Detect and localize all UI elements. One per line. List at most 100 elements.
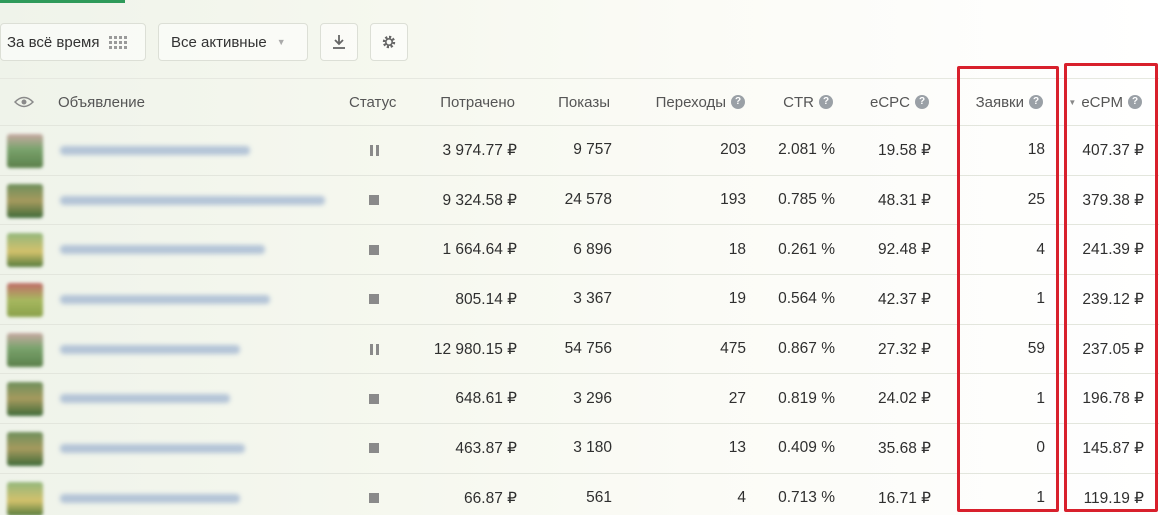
impressions-cell: 3 296 xyxy=(573,389,612,407)
leads-cell: 1 xyxy=(1036,489,1045,507)
spent-cell: 463.87 ₽ xyxy=(455,439,517,457)
ad-name-link[interactable] xyxy=(60,394,230,404)
help-icon[interactable]: ? xyxy=(915,95,929,109)
table-row[interactable]: 12 980.15 ₽ 54 756 475 0.867 % 27.32 ₽ 59 237.… xyxy=(0,325,1159,375)
ecpc-cell: 16.71 ₽ xyxy=(878,489,931,507)
header-spent[interactable]: Потрачено xyxy=(420,79,515,125)
table-row[interactable]: 66.87 ₽ 561 4 0.713 % 16.71 ₽ 1 119.19 ₽ xyxy=(0,474,1159,515)
help-icon[interactable]: ? xyxy=(1128,95,1142,109)
ad-name-link[interactable] xyxy=(60,493,240,503)
header-ctr[interactable]: CTR ? xyxy=(760,79,833,125)
status-cell[interactable] xyxy=(362,374,386,423)
status-cell[interactable] xyxy=(362,126,386,175)
header-ad[interactable]: Объявление xyxy=(58,79,145,125)
ctr-cell: 0.409 % xyxy=(778,439,835,457)
header-clicks[interactable]: Переходы ? xyxy=(630,79,745,125)
spent-cell: 648.61 ₽ xyxy=(455,390,517,408)
leads-cell: 18 xyxy=(1027,141,1045,159)
toolbar: За всё время Все активные ▼ xyxy=(0,22,408,62)
clicks-cell: 203 xyxy=(720,141,746,159)
pause-icon xyxy=(369,144,379,156)
download-button[interactable] xyxy=(320,23,358,61)
leads-cell: 1 xyxy=(1036,290,1045,308)
help-icon[interactable]: ? xyxy=(731,95,745,109)
table-row[interactable]: 3 974.77 ₽ 9 757 203 2.081 % 19.58 ₽ 18 407.37… xyxy=(0,126,1159,176)
table-row[interactable]: 1 664.64 ₽ 6 896 18 0.261 % 92.48 ₽ 4 241.39 ₽ xyxy=(0,225,1159,276)
leads-cell: 59 xyxy=(1027,340,1045,358)
ecpc-cell: 19.58 ₽ xyxy=(878,141,931,159)
ad-thumbnail[interactable] xyxy=(7,332,43,367)
table-header: Объявление Статус Потрачено Показы Перех… xyxy=(0,78,1159,126)
table-row[interactable]: 648.61 ₽ 3 296 27 0.819 % 24.02 ₽ 1 196.78 ₽ xyxy=(0,374,1159,425)
ctr-cell: 0.867 % xyxy=(778,340,835,358)
clicks-cell: 193 xyxy=(720,191,746,209)
ad-name-link[interactable] xyxy=(60,295,270,305)
leads-cell: 0 xyxy=(1036,439,1045,457)
ecpc-cell: 92.48 ₽ xyxy=(878,241,931,259)
stop-icon xyxy=(369,294,379,305)
ecpc-cell: 42.37 ₽ xyxy=(878,290,931,308)
header-ecpm-label: eCPM xyxy=(1081,93,1123,111)
header-status[interactable]: Статус xyxy=(349,79,396,125)
ad-thumbnail[interactable] xyxy=(7,432,43,467)
help-icon[interactable]: ? xyxy=(1029,95,1043,109)
ctr-cell: 0.713 % xyxy=(778,489,835,507)
ecpm-cell: 119.19 ₽ xyxy=(1083,489,1144,507)
stop-icon xyxy=(369,493,379,504)
ctr-cell: 0.261 % xyxy=(778,240,835,258)
ad-thumbnail[interactable] xyxy=(7,134,43,168)
ecpm-cell: 237.05 ₽ xyxy=(1082,340,1144,358)
help-icon[interactable]: ? xyxy=(819,95,833,109)
ctr-cell: 0.564 % xyxy=(778,290,835,308)
status-cell[interactable] xyxy=(362,325,386,374)
settings-button[interactable] xyxy=(370,23,408,61)
active-tab-indicator xyxy=(0,0,125,3)
ad-name-link[interactable] xyxy=(60,444,245,454)
ecpc-cell: 48.31 ₽ xyxy=(878,191,931,209)
download-icon xyxy=(333,35,345,49)
ad-name-link[interactable] xyxy=(60,245,265,255)
ad-thumbnail[interactable] xyxy=(7,382,43,417)
ad-thumbnail[interactable] xyxy=(7,481,43,515)
ad-name-link[interactable] xyxy=(60,344,240,354)
ad-thumbnail[interactable] xyxy=(7,233,43,268)
gear-icon xyxy=(382,35,396,49)
ad-thumbnail[interactable] xyxy=(7,183,43,218)
status-cell[interactable] xyxy=(362,275,386,324)
ecpc-cell: 24.02 ₽ xyxy=(878,390,931,408)
ecpm-cell: 241.39 ₽ xyxy=(1082,241,1144,259)
impressions-cell: 3 180 xyxy=(573,439,612,457)
header-leads[interactable]: Заявки ? xyxy=(955,79,1043,125)
status-filter-dropdown[interactable]: Все активные ▼ xyxy=(158,23,308,61)
spent-cell: 66.87 ₽ xyxy=(464,489,517,507)
leads-cell: 1 xyxy=(1036,389,1045,407)
header-ecpc[interactable]: eCPC ? xyxy=(845,79,929,125)
status-cell[interactable] xyxy=(362,225,386,274)
clicks-cell: 13 xyxy=(728,439,746,457)
ad-name-link[interactable] xyxy=(60,146,250,155)
table-row[interactable]: 805.14 ₽ 3 367 19 0.564 % 42.37 ₽ 1 239.12 ₽ xyxy=(0,275,1159,325)
impressions-cell: 3 367 xyxy=(573,290,612,308)
clicks-cell: 475 xyxy=(720,340,746,358)
impressions-cell: 54 756 xyxy=(564,340,612,358)
leads-cell: 25 xyxy=(1027,191,1045,209)
ecpm-cell: 379.38 ₽ xyxy=(1082,191,1144,209)
ad-thumbnail[interactable] xyxy=(7,283,43,318)
header-ecpm[interactable]: ▼ eCPM ? xyxy=(1060,79,1142,125)
ecpc-cell: 35.68 ₽ xyxy=(878,439,931,457)
period-picker-button[interactable]: За всё время xyxy=(0,23,146,61)
leads-cell: 4 xyxy=(1036,240,1045,258)
clicks-cell: 18 xyxy=(728,240,746,258)
period-label: За всё время xyxy=(7,33,100,51)
table-row[interactable]: 463.87 ₽ 3 180 13 0.409 % 35.68 ₽ 0 145.87 ₽ xyxy=(0,424,1159,474)
header-ctr-label: CTR xyxy=(783,93,814,111)
ads-table: Объявление Статус Потрачено Показы Перех… xyxy=(0,78,1159,515)
header-impressions[interactable]: Показы xyxy=(530,79,610,125)
impressions-cell: 24 578 xyxy=(564,191,612,209)
eye-icon[interactable] xyxy=(14,95,34,109)
status-cell[interactable] xyxy=(362,176,386,225)
ad-name-link[interactable] xyxy=(60,195,325,205)
table-row[interactable]: 9 324.58 ₽ 24 578 193 0.785 % 48.31 ₽ 25 379.3… xyxy=(0,176,1159,226)
status-cell[interactable] xyxy=(362,474,386,515)
status-cell[interactable] xyxy=(362,424,386,473)
